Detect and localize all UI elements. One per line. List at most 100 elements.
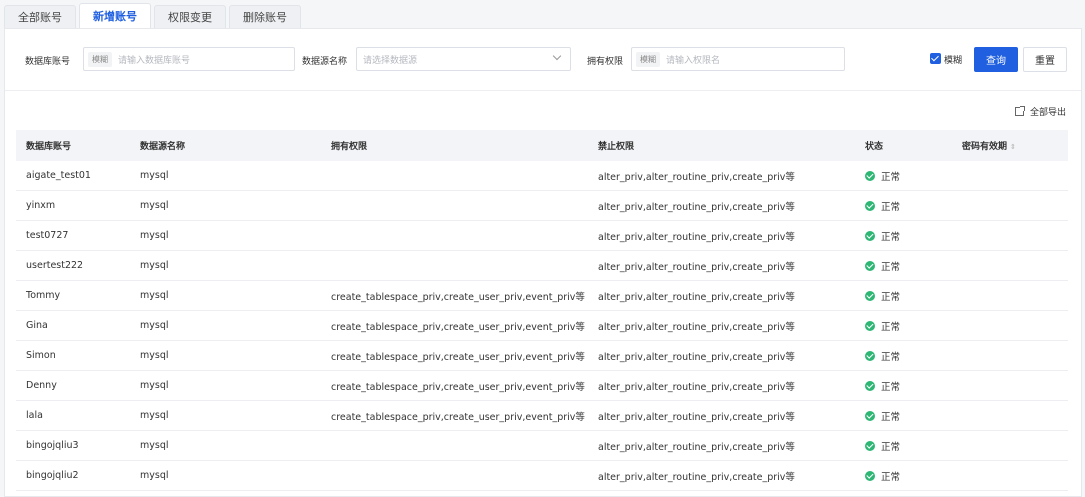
cell-denied-priv: alter_priv,alter_routine_priv,create_pri…	[598, 231, 795, 243]
status-text: 正常	[881, 291, 901, 303]
status-text: 正常	[881, 321, 901, 333]
tab-3[interactable]: 删除账号	[229, 5, 301, 28]
tab-0[interactable]: 全部账号	[4, 5, 76, 28]
cell-db-account: Gina	[26, 320, 48, 331]
cell-datasource: mysql	[140, 350, 169, 361]
status-text: 正常	[881, 171, 901, 183]
priv-label: 拥有权限	[587, 57, 624, 67]
cell-datasource: mysql	[140, 470, 169, 481]
table-row[interactable]: Simon mysql create_tablespace_priv,create_…	[16, 341, 1068, 371]
cell-status: 正常	[855, 289, 952, 303]
check-circle-icon	[865, 320, 875, 331]
table-row[interactable]: bingojqliu3 mysql alter_priv,alter_routine…	[16, 431, 1068, 461]
status-text: 正常	[881, 441, 901, 453]
export-all-button[interactable]: 全部导出	[1015, 105, 1066, 118]
cell-granted-priv: create_tablespace_priv,create_user_priv,…	[331, 321, 585, 333]
table-row[interactable]: yinxm mysql alter_priv,alter_routine_priv,…	[16, 191, 1068, 221]
table-row[interactable]: test0727 mysql alter_priv,alter_routine_pr…	[16, 221, 1068, 251]
cell-datasource: mysql	[140, 200, 169, 211]
cell-denied-priv: alter_priv,alter_routine_priv,create_pri…	[598, 471, 795, 483]
cell-denied-priv: alter_priv,alter_routine_priv,create_pri…	[598, 351, 795, 363]
table-row[interactable]: bingojqliu2 mysql alter_priv,alter_routine…	[16, 461, 1068, 491]
table-row[interactable]: Gina mysql create_tablespace_priv,create_u…	[16, 311, 1068, 341]
cell-granted-priv: create_tablespace_priv,create_user_priv,…	[331, 411, 585, 423]
cell-datasource: mysql	[140, 380, 169, 391]
cell-datasource: mysql	[140, 410, 169, 421]
cell-denied-priv: alter_priv,alter_routine_priv,create_pri…	[598, 291, 795, 303]
db-account-input[interactable]: 模糊 请输入数据库账号	[83, 47, 295, 71]
cell-db-account: Denny	[26, 380, 57, 391]
header-password-expiry-label: 密码有效期	[962, 142, 1008, 152]
status-text: 正常	[881, 231, 901, 243]
table-body: aigate_test01 mysql alter_priv,alter_routi…	[16, 161, 1068, 491]
reset-button[interactable]: 重置	[1023, 47, 1067, 72]
cell-datasource: mysql	[140, 260, 169, 271]
check-circle-icon	[865, 410, 875, 421]
cell-denied-priv: alter_priv,alter_routine_priv,create_pri…	[598, 321, 795, 333]
cell-denied-priv: alter_priv,alter_routine_priv,create_pri…	[598, 441, 795, 453]
cell-status: 正常	[855, 259, 952, 273]
tab-2[interactable]: 权限变更	[154, 5, 226, 28]
tab-1[interactable]: 新增账号	[79, 3, 151, 28]
cell-datasource: mysql	[140, 230, 169, 241]
cell-granted-priv: create_tablespace_priv,create_user_priv,…	[331, 351, 585, 363]
cell-db-account: Simon	[26, 350, 56, 361]
header-denied-priv: 禁止权限	[598, 142, 635, 152]
check-circle-icon	[865, 470, 875, 481]
priv-fuzzy-tag: 模糊	[636, 51, 660, 67]
chevron-down-icon	[552, 51, 562, 61]
priv-placeholder: 请输入权限名	[666, 55, 721, 66]
cell-denied-priv: alter_priv,alter_routine_priv,create_pri…	[598, 201, 795, 213]
cell-datasource: mysql	[140, 320, 169, 331]
header-status: 状态	[865, 142, 884, 152]
cell-granted-priv: create_tablespace_priv,create_user_priv,…	[331, 381, 585, 393]
cell-status: 正常	[855, 439, 952, 453]
query-button[interactable]: 查询	[974, 47, 1018, 72]
table-row[interactable]: Tommy mysql create_tablespace_priv,create_…	[16, 281, 1068, 311]
status-text: 正常	[881, 411, 901, 423]
header-datasource: 数据源名称	[140, 142, 186, 152]
db-account-fuzzy-tag: 模糊	[88, 51, 112, 67]
cell-denied-priv: alter_priv,alter_routine_priv,create_pri…	[598, 411, 795, 423]
cell-db-account: test0727	[26, 230, 69, 241]
db-account-label: 数据库账号	[25, 57, 71, 67]
cell-status: 正常	[855, 409, 952, 423]
main-panel: 数据库账号 模糊 请输入数据库账号 数据源名称 请选择数据源 拥有权限 模糊 请…	[4, 28, 1082, 497]
status-text: 正常	[881, 261, 901, 273]
cell-denied-priv: alter_priv,alter_routine_priv,create_pri…	[598, 261, 795, 273]
datasource-placeholder: 请选择数据源	[363, 55, 418, 66]
header-granted-priv: 拥有权限	[331, 142, 368, 152]
table-row[interactable]: lala mysql create_tablespace_priv,create_u…	[16, 401, 1068, 431]
table-row[interactable]: usertest222 mysql alter_priv,alter_routine…	[16, 251, 1068, 281]
cell-status: 正常	[855, 229, 952, 243]
cell-datasource: mysql	[140, 170, 169, 181]
header-password-expiry[interactable]: 密码有效期 ⇕	[952, 139, 1068, 152]
table-row[interactable]: Denny mysql create_tablespace_priv,create_…	[16, 371, 1068, 401]
sort-icon[interactable]: ⇕	[1010, 143, 1016, 151]
priv-input[interactable]: 模糊 请输入权限名	[631, 47, 845, 71]
accounts-table: 数据库账号 数据源名称 拥有权限 禁止权限 状态 密码有效期 ⇕ aigate_t…	[16, 130, 1068, 491]
datasource-select[interactable]: 请选择数据源	[356, 47, 571, 71]
check-circle-icon	[865, 230, 875, 241]
status-text: 正常	[881, 471, 901, 483]
cell-db-account: aigate_test01	[26, 170, 91, 181]
check-circle-icon	[865, 440, 875, 451]
cell-status: 正常	[855, 199, 952, 213]
cell-datasource: mysql	[140, 290, 169, 301]
check-circle-icon	[865, 200, 875, 211]
table-row[interactable]: aigate_test01 mysql alter_priv,alter_routi…	[16, 161, 1068, 191]
fuzzy-checkbox-label[interactable]: 模糊	[944, 53, 962, 66]
cell-granted-priv: create_tablespace_priv,create_user_priv,…	[331, 291, 585, 303]
cell-datasource: mysql	[140, 440, 169, 451]
tab-bar: 全部账号 新增账号 权限变更 删除账号	[4, 3, 304, 28]
header-db-account: 数据库账号	[26, 142, 72, 152]
cell-db-account: yinxm	[26, 200, 56, 211]
cell-db-account: usertest222	[26, 260, 84, 271]
cell-denied-priv: alter_priv,alter_routine_priv,create_pri…	[598, 381, 795, 393]
cell-status: 正常	[855, 349, 952, 363]
check-circle-icon	[865, 350, 875, 361]
cell-status: 正常	[855, 169, 952, 183]
fuzzy-checkbox[interactable]	[930, 53, 941, 64]
cell-status: 正常	[855, 319, 952, 333]
check-circle-icon	[865, 290, 875, 301]
